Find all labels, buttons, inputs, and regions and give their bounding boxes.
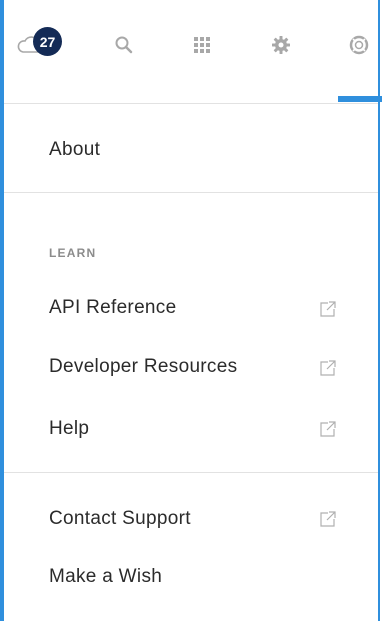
menu-item-developer-resources[interactable]: Developer Resources [49,356,237,378]
menu-divider [4,472,378,473]
settings-button[interactable] [266,30,296,60]
notification-count-badge[interactable]: 27 [33,27,62,56]
external-link-icon [320,301,336,317]
menu-divider [4,192,378,193]
section-label-learn: LEARN [49,246,97,260]
top-toolbar: 27 [4,0,382,104]
search-icon [115,36,133,54]
external-link-icon [320,360,336,376]
external-link-icon [320,511,336,527]
help-button[interactable] [344,30,374,60]
help-menu-panel: 27 About LEARN API Reference Developer R… [0,0,382,621]
menu-item-contact-support[interactable]: Contact Support [49,508,191,530]
apps-grid-icon [194,37,210,53]
active-tab-indicator [338,96,382,102]
gear-icon [272,36,290,54]
menu-item-make-a-wish[interactable]: Make a Wish [49,566,162,588]
search-button[interactable] [109,30,139,60]
help-lifebuoy-icon [349,35,369,55]
menu-item-about[interactable]: About [49,139,100,161]
apps-button[interactable] [187,30,217,60]
menu-item-api-reference[interactable]: API Reference [49,297,176,319]
menu-item-help[interactable]: Help [49,418,89,440]
external-link-icon [320,421,336,437]
